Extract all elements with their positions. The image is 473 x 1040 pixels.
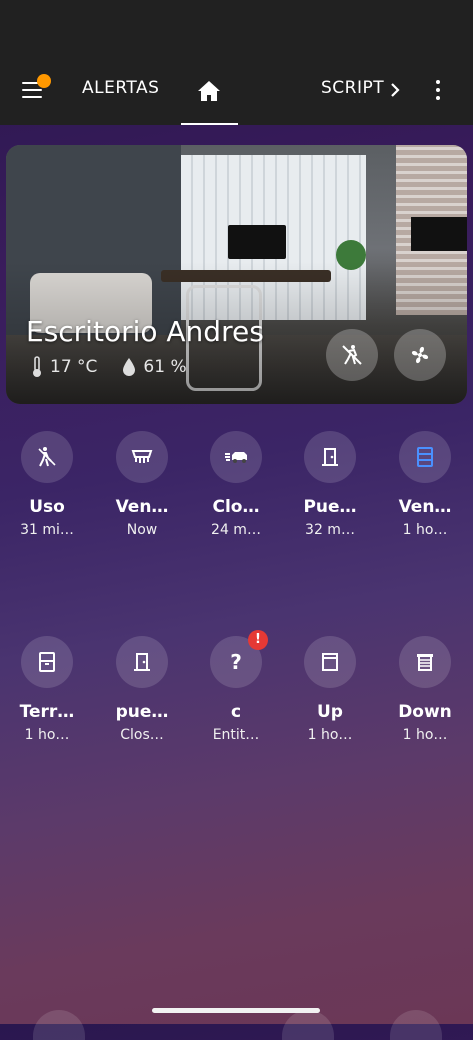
entity-name: Clo…: [212, 497, 260, 517]
window-shutter-open-icon: [322, 653, 338, 671]
svg-text:?: ?: [230, 650, 242, 674]
blinds-icon: [131, 450, 153, 463]
entity-state: 1 ho…: [402, 727, 448, 743]
entity-state: 24 m…: [211, 522, 261, 538]
entity-icon-button[interactable]: [21, 636, 73, 688]
entity-tile-terraza[interactable]: Terr… 1 ho…: [5, 636, 89, 743]
motion-toggle-button[interactable]: [326, 329, 378, 381]
window-shutter-icon: [417, 654, 433, 671]
humidity-icon: [123, 358, 136, 376]
entity-name: Uso: [29, 497, 65, 517]
entity-icon-button[interactable]: [399, 636, 451, 688]
window-icon: [417, 447, 433, 467]
entity-tile-c[interactable]: ? ! c Entit…: [194, 630, 278, 743]
entity-tile-puerta[interactable]: Pue… 32 m…: [288, 431, 372, 538]
entity-icon-button[interactable]: [210, 431, 262, 483]
door-icon: [322, 448, 338, 466]
entity-name: pue…: [115, 702, 169, 722]
entity-state: 31 mi…: [20, 522, 74, 538]
entity-tile-ventana[interactable]: Ven… Now: [100, 431, 184, 538]
area-card[interactable]: Escritorio Andres 17 °C 61 %: [6, 145, 467, 404]
entity-icon-button[interactable]: [304, 636, 356, 688]
app-bar: ALERTAS SCRIPT: [0, 0, 473, 125]
entity-tile-ventana-2[interactable]: Ven… 1 ho…: [383, 431, 467, 538]
entity-name: Ven…: [115, 497, 169, 517]
entity-icon-button[interactable]: [21, 431, 73, 483]
humidity-value: 61 %: [143, 357, 187, 377]
entity-tile-puerta-2[interactable]: pue… Clos…: [100, 636, 184, 743]
walk-icon: [38, 447, 56, 467]
entity-name: Up: [317, 702, 343, 722]
entity-icon-button[interactable]: ? !: [210, 630, 268, 688]
tab-alertas[interactable]: ALERTAS: [82, 78, 159, 98]
entity-tile-closet[interactable]: Clo… 24 m…: [194, 431, 278, 538]
warning-badge: !: [248, 630, 268, 650]
entity-tile-up[interactable]: Up 1 ho…: [288, 636, 372, 743]
fan-icon: [411, 346, 429, 364]
tab-home[interactable]: [181, 70, 238, 126]
tab-indicator: [181, 123, 238, 125]
entity-state: Now: [126, 522, 158, 538]
motion-off-icon: [342, 345, 362, 365]
entity-state: 32 m…: [305, 522, 355, 538]
entity-state: 1 ho…: [402, 522, 448, 538]
home-icon: [198, 81, 220, 101]
question-icon: ?: [230, 650, 242, 674]
overflow-menu-icon[interactable]: [432, 80, 444, 102]
entity-name: Ven…: [398, 497, 452, 517]
entity-name: Down: [398, 702, 452, 722]
area-title: Escritorio Andres: [26, 315, 264, 348]
entity-name: Terr…: [19, 702, 75, 722]
entity-icon-button[interactable]: [116, 431, 168, 483]
entity-icon-button[interactable]: [116, 636, 168, 688]
fan-button[interactable]: [394, 329, 446, 381]
notification-dot: [37, 74, 51, 88]
entity-state: 1 ho…: [24, 727, 70, 743]
entity-tile-down[interactable]: Down 1 ho…: [383, 636, 467, 743]
window-closed-icon: [39, 652, 55, 672]
entity-state: Entit…: [212, 727, 260, 743]
car-motion-icon: [225, 452, 247, 463]
entity-icon-button[interactable]: [399, 431, 451, 483]
thermometer-icon: [33, 356, 41, 377]
entity-icon-button[interactable]: [304, 431, 356, 483]
chevron-right-icon[interactable]: [389, 82, 401, 98]
door-closed-icon: [134, 653, 150, 671]
tab-script[interactable]: SCRIPT: [321, 78, 384, 98]
entity-name: c: [230, 702, 242, 722]
entity-state: 1 ho…: [307, 727, 353, 743]
entity-tile-uso[interactable]: Uso 31 mi…: [5, 431, 89, 538]
entity-state: Clos…: [120, 727, 164, 743]
temperature-value: 17 °C: [50, 357, 98, 377]
entity-name: Pue…: [303, 497, 357, 517]
home-indicator[interactable]: [152, 1008, 320, 1013]
area-sensors: 17 °C 61 %: [30, 356, 187, 378]
